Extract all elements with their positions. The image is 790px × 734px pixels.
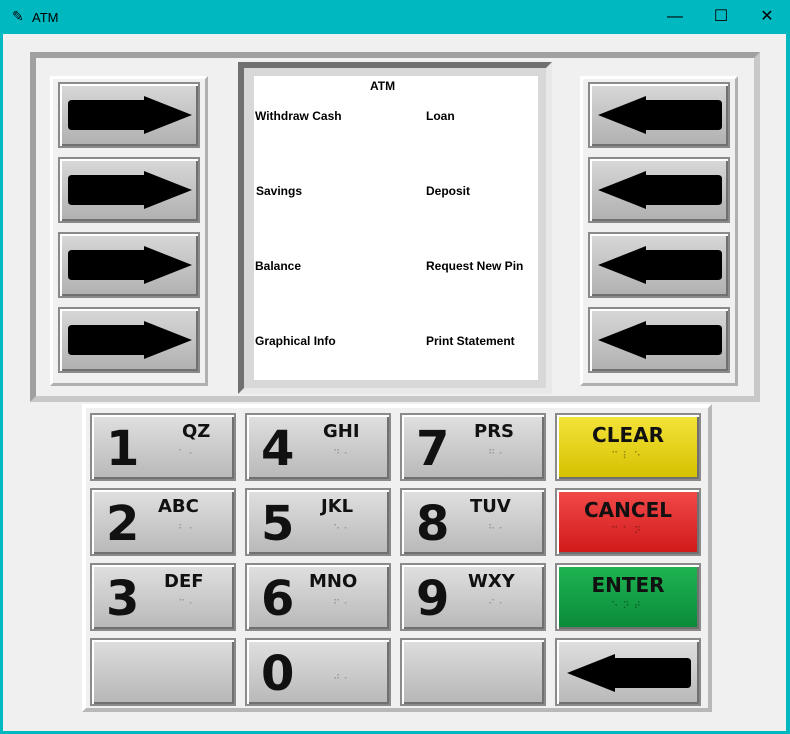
key-letters: JKL: [321, 496, 354, 517]
arrow-right-icon: [68, 321, 192, 359]
left-button-3[interactable]: [58, 232, 200, 298]
key-8[interactable]: 8 TUV ⠓⠂: [400, 488, 546, 556]
key-letters: PRS: [474, 421, 515, 442]
right-button-4[interactable]: [588, 307, 730, 373]
key-2[interactable]: 2 ABC ⠃⠂: [90, 488, 236, 556]
left-button-2[interactable]: [58, 157, 200, 223]
option-loan: Loan: [426, 109, 455, 123]
braille-dots-icon: ⠋⠂: [333, 599, 354, 610]
close-button[interactable]: ✕: [744, 0, 790, 34]
key-4[interactable]: 4 GHI ⠙⠂: [245, 413, 391, 481]
arrow-right-icon: [68, 96, 192, 134]
blank-key-right[interactable]: [400, 638, 546, 706]
braille-dots-icon: ⠉⠇⠑: [611, 451, 645, 462]
maximize-button[interactable]: ☐: [698, 0, 744, 34]
key-digit: 5: [261, 496, 295, 552]
key-letters: TUV: [470, 496, 511, 517]
key-digit: 1: [106, 421, 140, 477]
braille-dots-icon: ⠓⠂: [488, 524, 509, 535]
key-letters: DEF: [164, 571, 204, 592]
key-3[interactable]: 3 DEF ⠉⠂: [90, 563, 236, 631]
braille-dots-icon: ⠉⠁⠝: [611, 526, 645, 537]
blank-key-left[interactable]: [90, 638, 236, 706]
key-digit: 9: [416, 571, 450, 627]
key-digit: 7: [416, 421, 450, 477]
braille-dots-icon: ⠑⠝⠞: [611, 601, 645, 612]
feather-icon: ✎: [12, 8, 24, 24]
right-button-1[interactable]: [588, 82, 730, 148]
braille-dots-icon: ⠚⠂: [333, 674, 354, 685]
enter-label: ENTER: [591, 573, 665, 597]
cancel-button[interactable]: CANCEL ⠉⠁⠝: [555, 488, 701, 556]
braille-dots-icon: ⠑⠂: [333, 524, 354, 535]
option-graphical-info: Graphical Info: [255, 334, 336, 348]
minimize-button[interactable]: —: [652, 0, 698, 34]
enter-button[interactable]: ENTER ⠑⠝⠞: [555, 563, 701, 631]
arrow-left-icon: [598, 321, 722, 359]
key-9[interactable]: 9 WXY ⠊⠂: [400, 563, 546, 631]
arrow-right-icon: [68, 246, 192, 284]
key-letters: ABC: [158, 496, 199, 517]
braille-dots-icon: ⠙⠂: [333, 449, 354, 460]
key-letters: MNO: [309, 571, 358, 592]
braille-dots-icon: ⠛⠂: [488, 449, 509, 460]
braille-dots-icon: ⠉⠂: [178, 599, 199, 610]
left-button-4[interactable]: [58, 307, 200, 373]
right-button-3[interactable]: [588, 232, 730, 298]
key-digit: 3: [106, 571, 140, 627]
arrow-left-icon: [598, 96, 722, 134]
key-1[interactable]: 1 QZ ⠁⠂: [90, 413, 236, 481]
key-0[interactable]: 0 ⠚⠂: [245, 638, 391, 706]
key-digit: 2: [106, 496, 140, 552]
key-digit: 6: [261, 571, 295, 627]
clear-button[interactable]: CLEAR ⠉⠇⠑: [555, 413, 701, 481]
key-letters: GHI: [323, 421, 360, 442]
option-balance: Balance: [255, 259, 302, 273]
window-title: ATM: [32, 10, 59, 25]
braille-dots-icon: ⠃⠂: [178, 524, 199, 535]
arrow-left-icon: [598, 246, 722, 284]
option-savings: Savings: [256, 184, 303, 198]
screen-title: ATM: [370, 79, 396, 93]
braille-dots-icon: ⠁⠂: [178, 449, 199, 460]
key-7[interactable]: 7 PRS ⠛⠂: [400, 413, 546, 481]
right-side-buttons: [580, 76, 738, 386]
left-button-1[interactable]: [58, 82, 200, 148]
key-5[interactable]: 5 JKL ⠑⠂: [245, 488, 391, 556]
option-print-statement: Print Statement: [426, 334, 515, 348]
atm-window: ✎ ATM — ☐ ✕ ATM Withdraw Cash Savings Ba…: [0, 0, 790, 734]
key-digit: 4: [261, 421, 295, 477]
key-digit: 8: [416, 496, 450, 552]
arrow-right-icon: [68, 171, 192, 209]
title-bar: ✎ ATM — ☐ ✕: [0, 0, 790, 34]
right-button-2[interactable]: [588, 157, 730, 223]
key-letters: QZ: [182, 421, 211, 442]
option-deposit: Deposit: [426, 184, 471, 198]
arrow-left-icon: [567, 654, 691, 692]
option-request-new-pin: Request New Pin: [426, 259, 524, 273]
clear-label: CLEAR: [592, 423, 664, 447]
cancel-label: CANCEL: [584, 498, 672, 522]
backspace-button[interactable]: [555, 638, 701, 706]
key-digit: 0: [261, 646, 295, 702]
braille-dots-icon: ⠊⠂: [488, 599, 509, 610]
left-side-buttons: [50, 76, 208, 386]
option-withdraw-cash: Withdraw Cash: [255, 109, 342, 123]
key-6[interactable]: 6 MNO ⠋⠂: [245, 563, 391, 631]
key-letters: WXY: [468, 571, 515, 592]
arrow-left-icon: [598, 171, 722, 209]
